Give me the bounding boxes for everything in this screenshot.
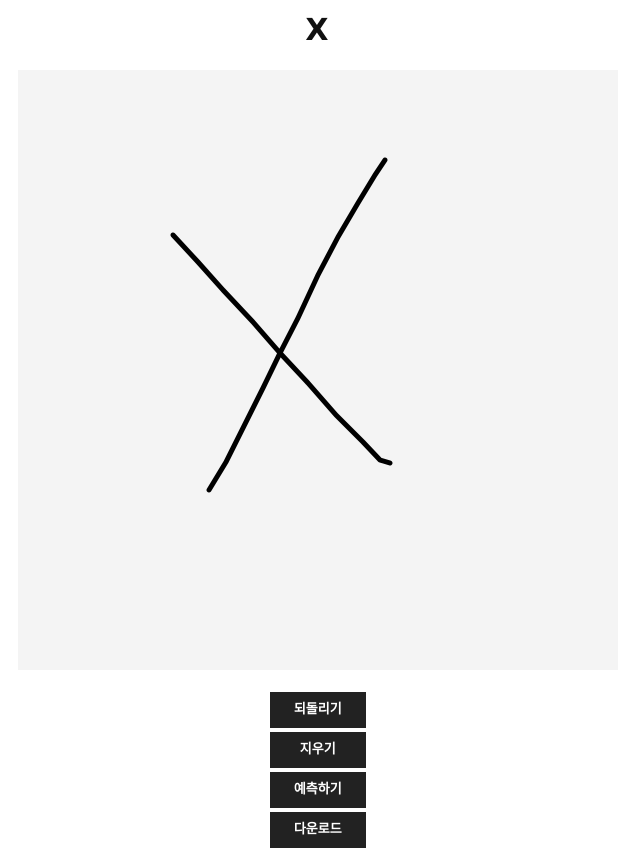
download-button[interactable]: 다운로드	[270, 812, 366, 848]
prediction-label: X	[305, 13, 329, 48]
predict-button[interactable]: 예측하기	[270, 772, 366, 808]
drawing-canvas[interactable]	[18, 70, 618, 670]
clear-button[interactable]: 지우기	[270, 732, 366, 768]
button-group: 되돌리기 지우기 예측하기 다운로드	[270, 692, 366, 852]
drawing-surface[interactable]	[18, 70, 618, 670]
undo-button[interactable]: 되돌리기	[270, 692, 366, 728]
